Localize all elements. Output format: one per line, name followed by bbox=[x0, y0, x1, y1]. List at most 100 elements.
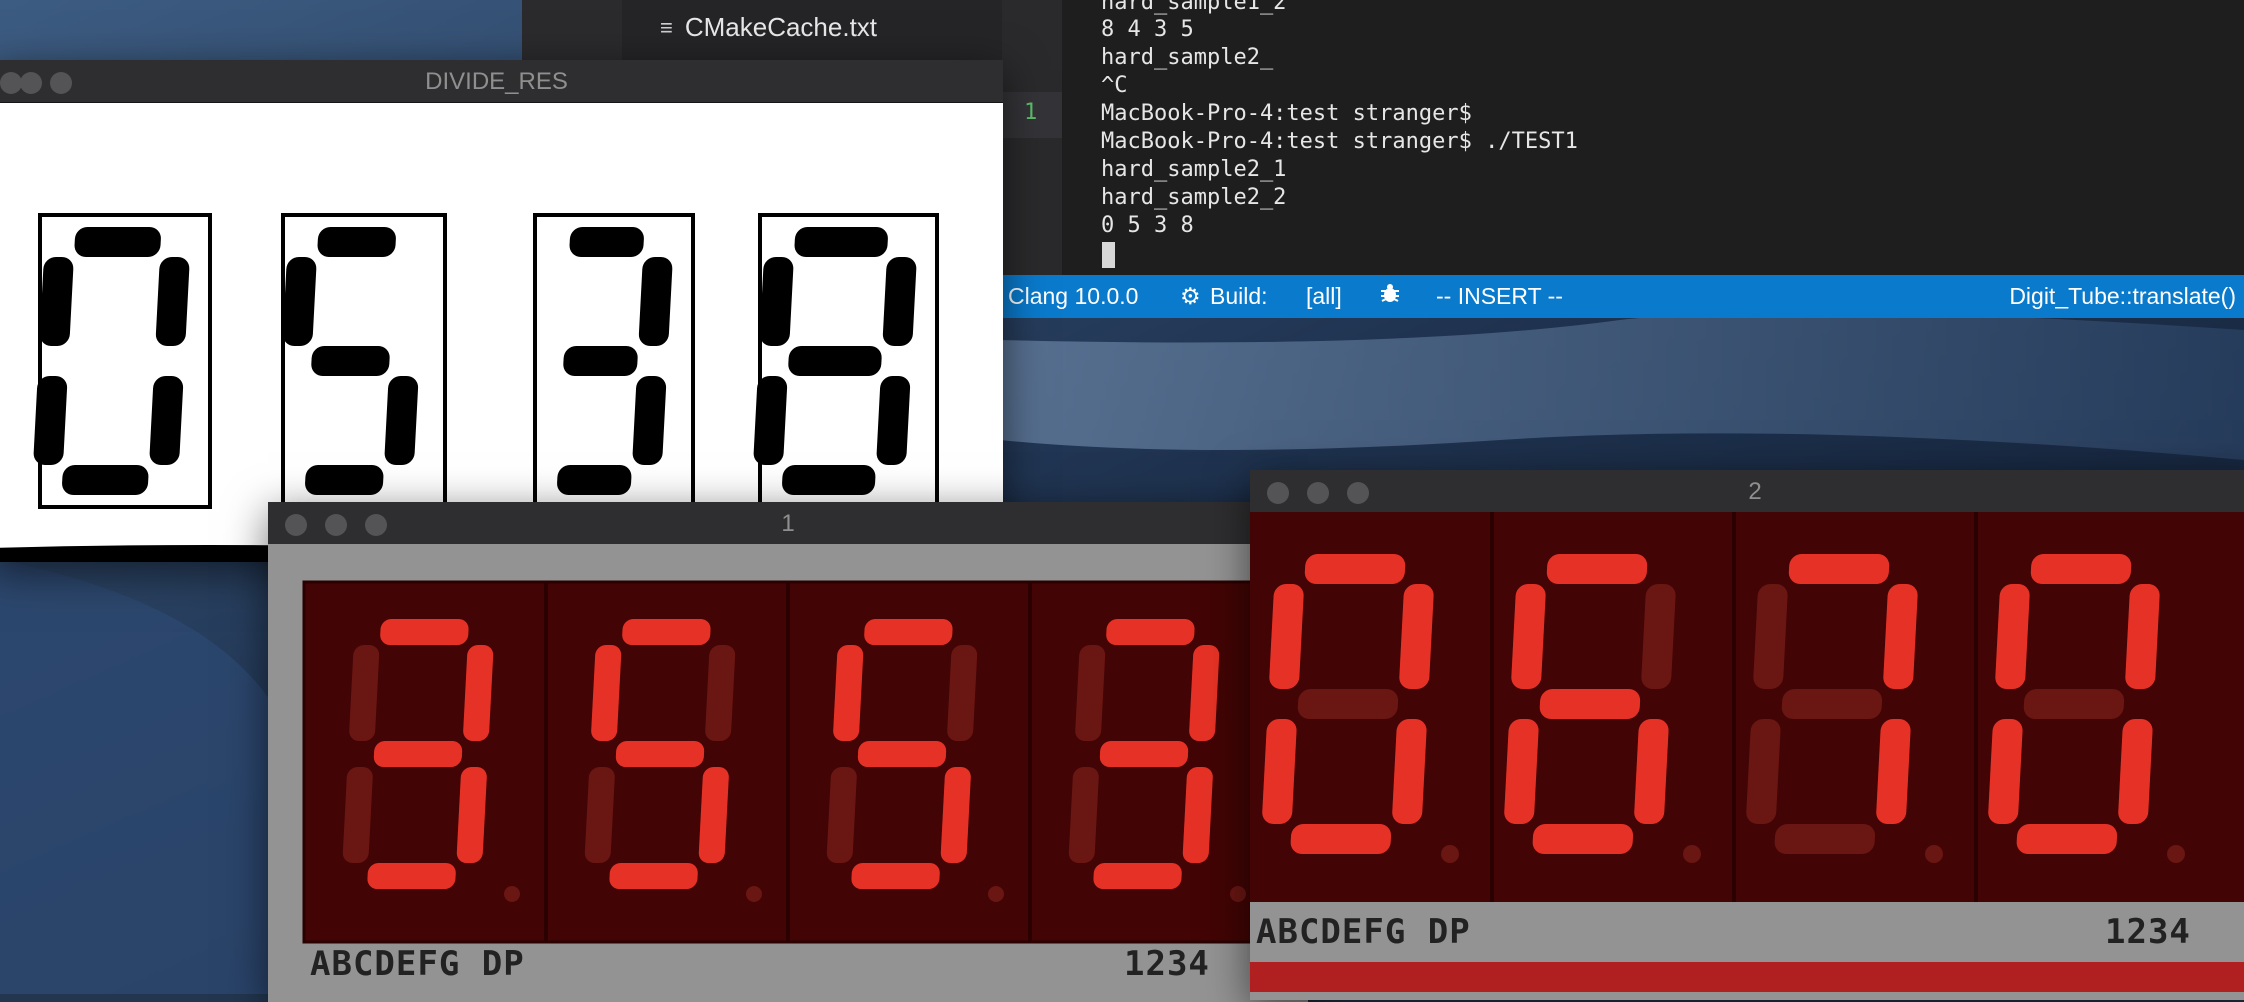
segment-label-right: 1234 bbox=[2105, 912, 2191, 952]
segment-d bbox=[367, 863, 456, 889]
segment-d bbox=[62, 465, 149, 495]
segment-a bbox=[380, 619, 469, 645]
window-1[interactable]: 1 ABCDEFG DP 1234 bbox=[268, 502, 1308, 1002]
decimal-point bbox=[1683, 845, 1701, 863]
segment-b bbox=[463, 645, 494, 741]
current-function[interactable]: Digit_Tube::translate() bbox=[2009, 283, 2236, 310]
segment-a bbox=[1304, 554, 1406, 584]
segment-f bbox=[591, 645, 622, 741]
segment-f bbox=[282, 257, 317, 346]
bug-icon[interactable] bbox=[1378, 283, 1402, 311]
terminal-line: 0 5 3 8 bbox=[1101, 213, 1194, 238]
terminal-line: hard_sample2_1 bbox=[1101, 157, 1287, 182]
compiler-label[interactable]: Clang 10.0.0 bbox=[1008, 283, 1138, 310]
segment-b bbox=[882, 257, 917, 346]
segment-a bbox=[569, 227, 644, 257]
segment-c bbox=[456, 767, 487, 863]
segment-f bbox=[1269, 584, 1304, 689]
window-titlebar[interactable]: 2 bbox=[1250, 470, 2244, 513]
decimal-point bbox=[988, 886, 1004, 902]
segment-c bbox=[1392, 719, 1427, 824]
terminal-line: hard_sample2_ bbox=[1101, 45, 1274, 70]
window-2-canvas: ABCDEFG DP 1234 bbox=[1250, 512, 2244, 1000]
segment-c bbox=[940, 767, 971, 863]
terminal-line: hard_sample1_2 bbox=[1101, 0, 1287, 15]
decimal-point bbox=[504, 886, 520, 902]
seven-segment-display-image bbox=[302, 580, 1276, 944]
segment-f bbox=[1511, 584, 1546, 689]
segment-c bbox=[632, 376, 667, 465]
digit-segmentation-image bbox=[0, 213, 1003, 562]
segment-g bbox=[1539, 689, 1641, 719]
segment-e bbox=[33, 376, 68, 465]
segment-f bbox=[1995, 584, 2030, 689]
segment-e bbox=[1988, 719, 2023, 824]
gear-icon[interactable]: ⚙ bbox=[1180, 283, 1201, 310]
segment-f bbox=[1753, 584, 1788, 689]
segment-e bbox=[1068, 767, 1099, 863]
segment-g bbox=[311, 346, 390, 376]
segment-d bbox=[1093, 863, 1182, 889]
segment-g bbox=[563, 346, 638, 376]
terminal-line: MacBook-Pro-4:test stranger$ bbox=[1101, 101, 1472, 126]
segment-c bbox=[384, 376, 419, 465]
build-label[interactable]: Build: bbox=[1210, 283, 1268, 310]
decimal-point bbox=[1441, 845, 1459, 863]
segment-a bbox=[74, 227, 161, 257]
segment-c bbox=[2118, 719, 2153, 824]
build-target[interactable]: [all] bbox=[1306, 283, 1342, 310]
window-title: 1 bbox=[781, 510, 795, 537]
window-2[interactable]: 2 ABCDEFG DP 1234 bbox=[1250, 470, 2244, 1000]
editor-mode: -- INSERT -- bbox=[1436, 283, 1563, 309]
segment-d bbox=[557, 465, 632, 495]
segment-d bbox=[609, 863, 698, 889]
segment-c bbox=[698, 767, 729, 863]
segment-b bbox=[638, 257, 673, 346]
segment-c bbox=[1182, 767, 1213, 863]
terminal-line: hard_sample2_2 bbox=[1101, 185, 1287, 210]
segment-e bbox=[1746, 719, 1781, 824]
segment-b bbox=[705, 645, 736, 741]
segment-c bbox=[876, 376, 911, 465]
window-titlebar[interactable]: 1 bbox=[268, 502, 1308, 545]
segment-a bbox=[317, 227, 396, 257]
segment-f bbox=[1075, 645, 1106, 741]
binary-digit bbox=[282, 227, 419, 495]
segment-a bbox=[622, 619, 711, 645]
segment-g bbox=[1099, 741, 1189, 767]
segment-b bbox=[1189, 645, 1220, 741]
segment-f bbox=[349, 645, 380, 741]
terminal-line: ^C bbox=[1101, 73, 1128, 98]
segment-f bbox=[759, 257, 794, 346]
segment-f bbox=[39, 257, 74, 346]
segment-e bbox=[1262, 719, 1297, 824]
decimal-point bbox=[2167, 845, 2185, 863]
segment-e bbox=[753, 376, 788, 465]
digit-divider bbox=[1490, 512, 1494, 902]
segment-a bbox=[2030, 554, 2132, 584]
window-titlebar[interactable]: DIVIDE_RES bbox=[0, 60, 1003, 103]
divide-res-window[interactable]: DIVIDE_RES bbox=[0, 60, 1003, 562]
binary-digit bbox=[753, 227, 917, 495]
file-tree-item[interactable]: ≡ CMakeCache.txt bbox=[660, 12, 877, 43]
segment-g bbox=[615, 741, 705, 767]
decimal-point bbox=[1230, 886, 1246, 902]
digit-divider bbox=[1974, 512, 1978, 902]
binary-digit bbox=[557, 227, 673, 495]
segment-c bbox=[1876, 719, 1911, 824]
segment-e bbox=[342, 767, 373, 863]
divide-res-canvas bbox=[0, 103, 1003, 562]
segment-g bbox=[2023, 689, 2125, 719]
segment-b bbox=[1883, 584, 1918, 689]
segment-e bbox=[826, 767, 857, 863]
segment-b bbox=[947, 645, 978, 741]
file-name: CMakeCache.txt bbox=[684, 12, 878, 42]
segment-g bbox=[1781, 689, 1883, 719]
segment-b bbox=[155, 257, 190, 346]
segment-a bbox=[1106, 619, 1195, 645]
segment-f bbox=[833, 645, 864, 741]
segment-d bbox=[1290, 824, 1392, 854]
digit-divider bbox=[1732, 512, 1736, 902]
segment-label-right: 1234 bbox=[1124, 944, 1210, 984]
text-file-icon: ≡ bbox=[660, 14, 673, 40]
